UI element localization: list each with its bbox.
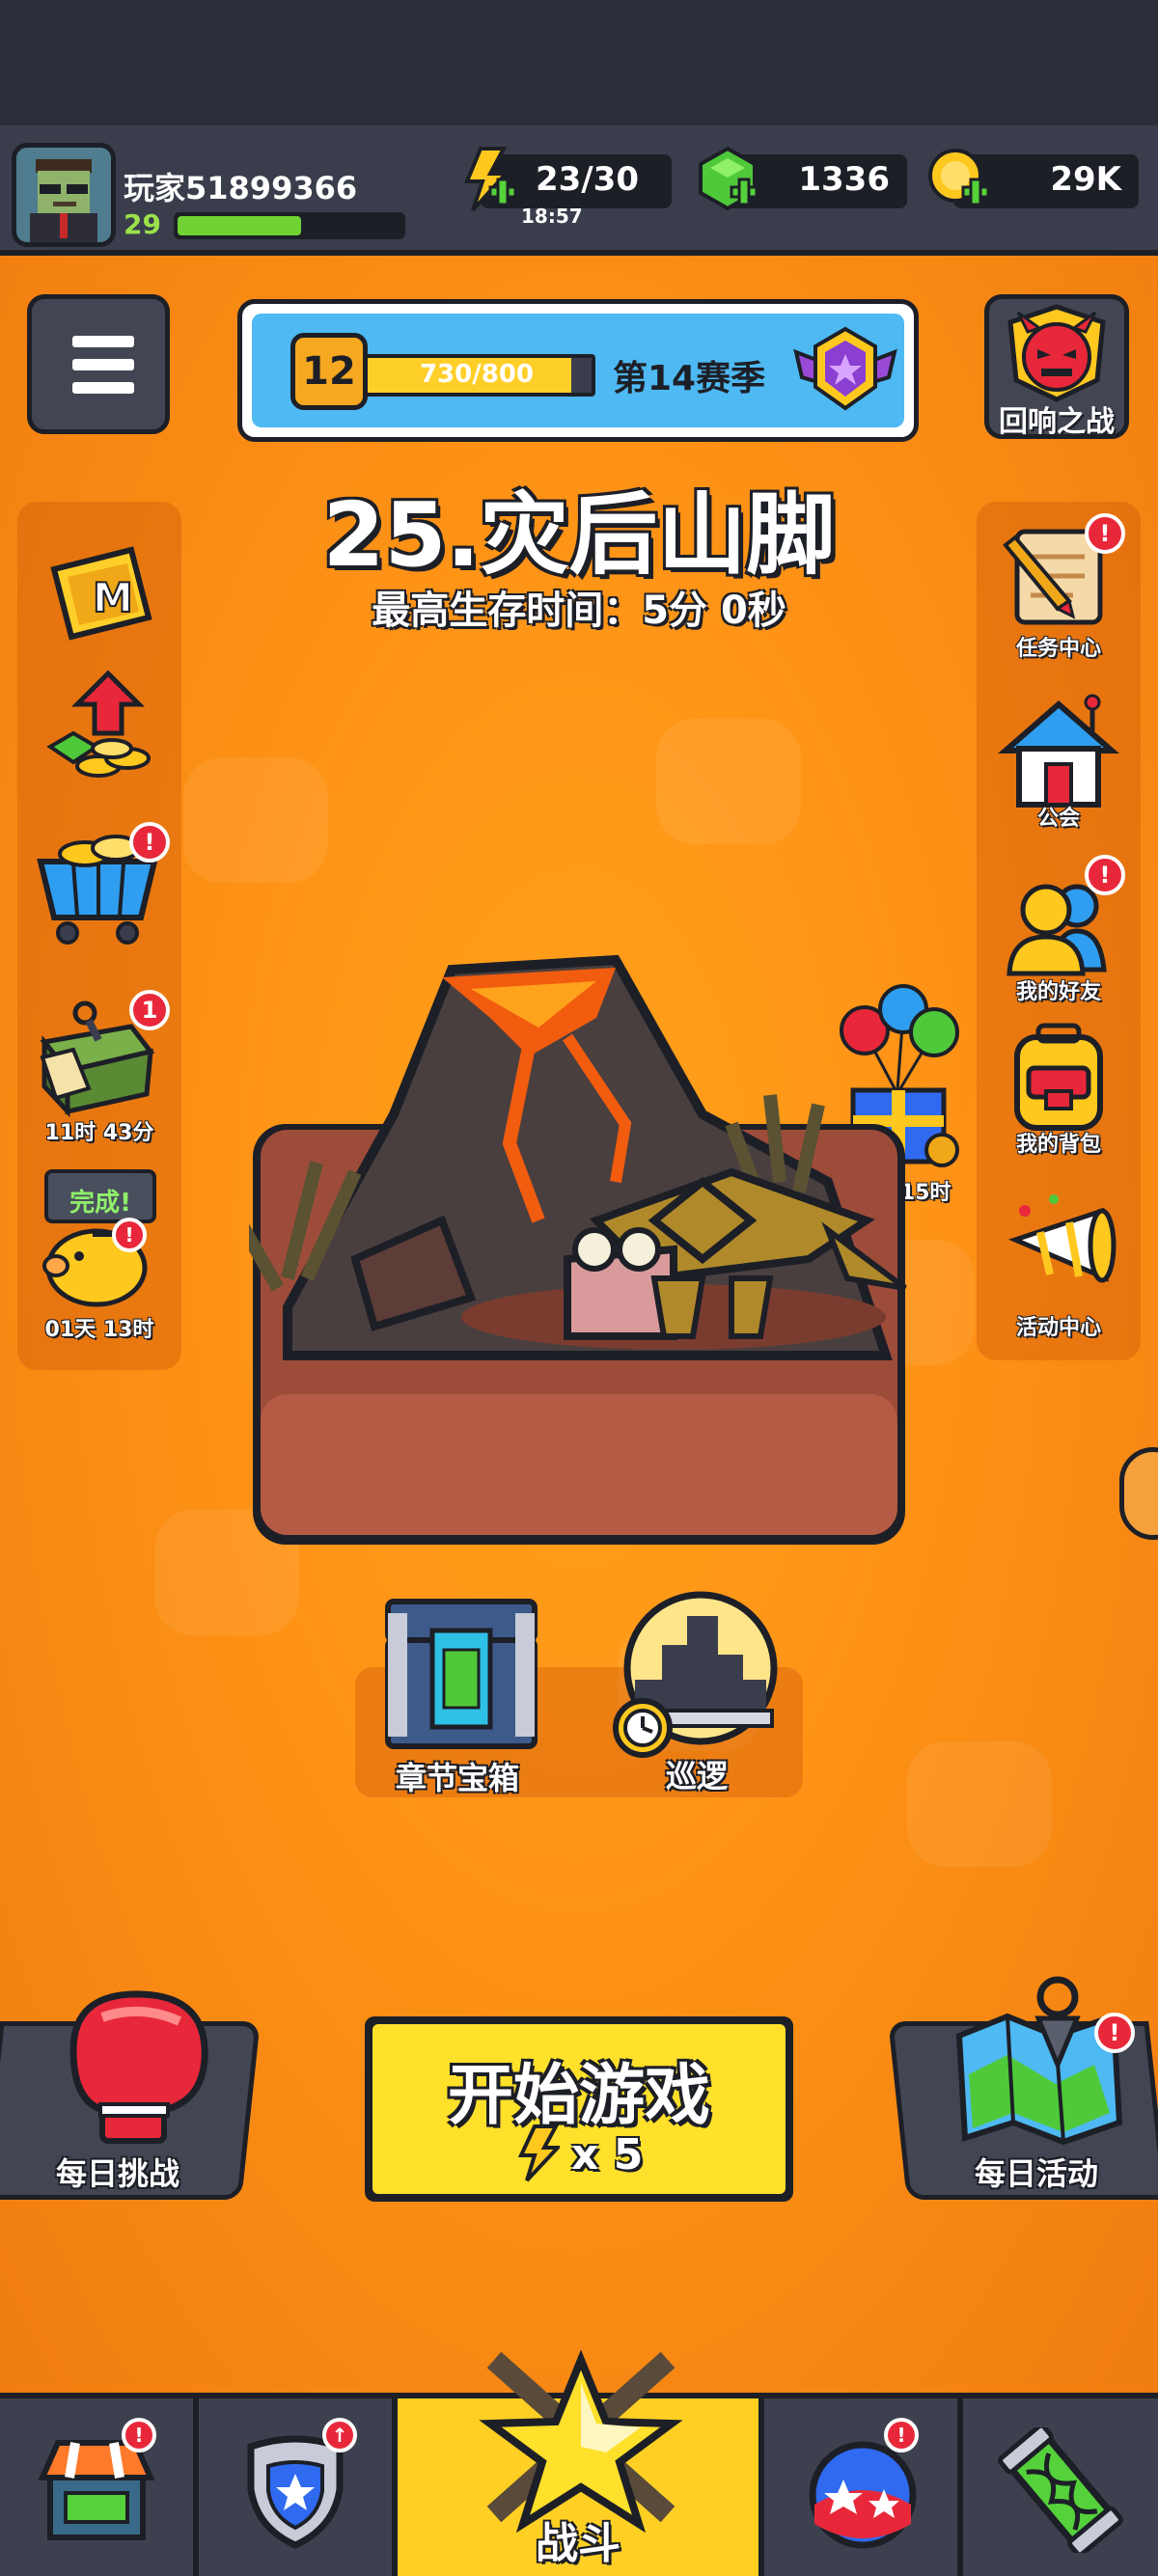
task-center-label: 任务中心 — [1015, 637, 1101, 661]
xp-bar-fill — [178, 216, 301, 235]
boxing-glove-icon — [69, 1990, 208, 2144]
start-game-label: 开始游戏 — [447, 2058, 710, 2134]
daily-activity-alert-badge: ! — [1094, 2013, 1135, 2053]
menu-button[interactable] — [27, 294, 170, 434]
talent-orb-icon — [809, 2441, 917, 2549]
chapter-chest-icon[interactable] — [378, 1592, 544, 1756]
coin-value: 29K — [1050, 160, 1121, 199]
crate-alert-badge: 1 — [129, 990, 170, 1030]
menu-icon-line — [72, 359, 134, 370]
nav-evolution[interactable] — [963, 2398, 1158, 2576]
system-status-bar — [0, 0, 1158, 125]
evolution-dna-icon — [998, 2427, 1123, 2553]
energy-timer: 18:57 — [521, 205, 583, 228]
friends-label: 我的好友 — [1015, 980, 1101, 1004]
m-card-icon[interactable]: M — [35, 531, 160, 656]
season-pass-inner: 730/800 12 第14赛季 — [252, 314, 904, 427]
player-level: 29 — [124, 208, 161, 240]
energy-value: 23/30 — [535, 160, 639, 199]
battle-star-icon — [479, 2349, 683, 2534]
chapter-chest-label: 章节宝箱 — [396, 1760, 520, 1796]
piggy-alert-badge: ! — [112, 1218, 147, 1252]
svg-text:M: M — [93, 574, 133, 621]
task-alert-badge: ! — [1085, 513, 1125, 554]
nav-shop-alert: ! — [122, 2418, 156, 2453]
crate-timer: 11时 43分 — [44, 1121, 154, 1145]
xp-bar — [174, 212, 405, 239]
piggy-timer: 01天 13时 — [44, 1318, 154, 1342]
season-level: 12 — [290, 333, 368, 410]
bg-pattern — [656, 719, 801, 844]
nav-battle-label: 战斗 — [536, 2519, 620, 2568]
gem-value: 1336 — [798, 160, 890, 199]
player-name: 玩家51899366 — [124, 170, 358, 206]
nav-talent-alert: ! — [884, 2418, 919, 2453]
season-progress-text: 730/800 — [419, 360, 535, 389]
menu-icon-line — [72, 382, 134, 394]
lightning-icon — [517, 2124, 560, 2182]
shop-alert-badge: ! — [129, 822, 170, 863]
season-pass-panel[interactable]: 730/800 12 第14赛季 — [237, 299, 919, 442]
nav-talent[interactable]: ! — [764, 2398, 963, 2576]
backpack-icon[interactable] — [996, 1018, 1121, 1143]
friends-alert-badge: ! — [1085, 855, 1125, 895]
start-game-button[interactable]: 开始游戏 x 5 — [365, 2016, 793, 2202]
growth-fund-icon[interactable] — [35, 666, 160, 791]
stage-preview-volcano[interactable] — [249, 931, 910, 1553]
party-horn-icon[interactable] — [996, 1182, 1121, 1307]
guild-house-icon[interactable] — [996, 693, 1121, 818]
lightning-plus-icon — [464, 147, 517, 212]
coin-plus-icon — [928, 149, 990, 206]
game-screen: 玩家51899366 29 23/30 18:57 1336 29K 730/8… — [0, 0, 1158, 2576]
menu-icon-line — [72, 336, 134, 347]
bg-pattern — [907, 1741, 1052, 1867]
demon-face-icon — [1007, 304, 1106, 402]
nav-equipment-alert: ↑ — [322, 2418, 357, 2453]
gem-plus-icon — [699, 146, 758, 211]
player-avatar[interactable] — [12, 143, 116, 247]
patrol-icon[interactable] — [608, 1587, 782, 1761]
nav-equipment[interactable]: ↑ — [199, 2398, 398, 2576]
events-center-label: 活动中心 — [1015, 1316, 1101, 1340]
zombie-avatar-icon — [30, 159, 97, 242]
player-header: 玩家51899366 29 23/30 18:57 1336 29K — [0, 125, 1158, 256]
gem-counter[interactable]: 1336 — [699, 146, 907, 211]
nav-battle[interactable]: 战斗 — [398, 2349, 764, 2576]
bottom-navigation: ! ↑ 战斗 ! — [0, 2349, 1158, 2576]
bg-pattern — [183, 757, 328, 883]
season-progress-bar: 730/800 — [358, 354, 595, 397]
backpack-label: 我的背包 — [1015, 1133, 1101, 1157]
start-game-button-face: 开始游戏 x 5 — [372, 2024, 786, 2194]
echo-battle-label: 回响之战 — [999, 405, 1115, 439]
coin-counter[interactable]: 29K — [928, 149, 1139, 208]
nav-shop[interactable]: ! — [0, 2398, 199, 2576]
season-badge-icon — [793, 326, 897, 411]
energy-counter[interactable]: 23/30 — [464, 147, 672, 212]
daily-challenge-label: 每日挑战 — [56, 2155, 180, 2192]
patrol-label: 巡逻 — [666, 1758, 729, 1795]
start-game-cost: x 5 — [571, 2130, 644, 2179]
season-label: 第14赛季 — [613, 359, 766, 398]
edge-side-button[interactable] — [1119, 1447, 1158, 1540]
daily-activity-label: 每日活动 — [975, 2155, 1099, 2192]
guild-label: 公会 — [1036, 807, 1080, 831]
treasure-map-icon — [955, 1976, 1123, 2146]
